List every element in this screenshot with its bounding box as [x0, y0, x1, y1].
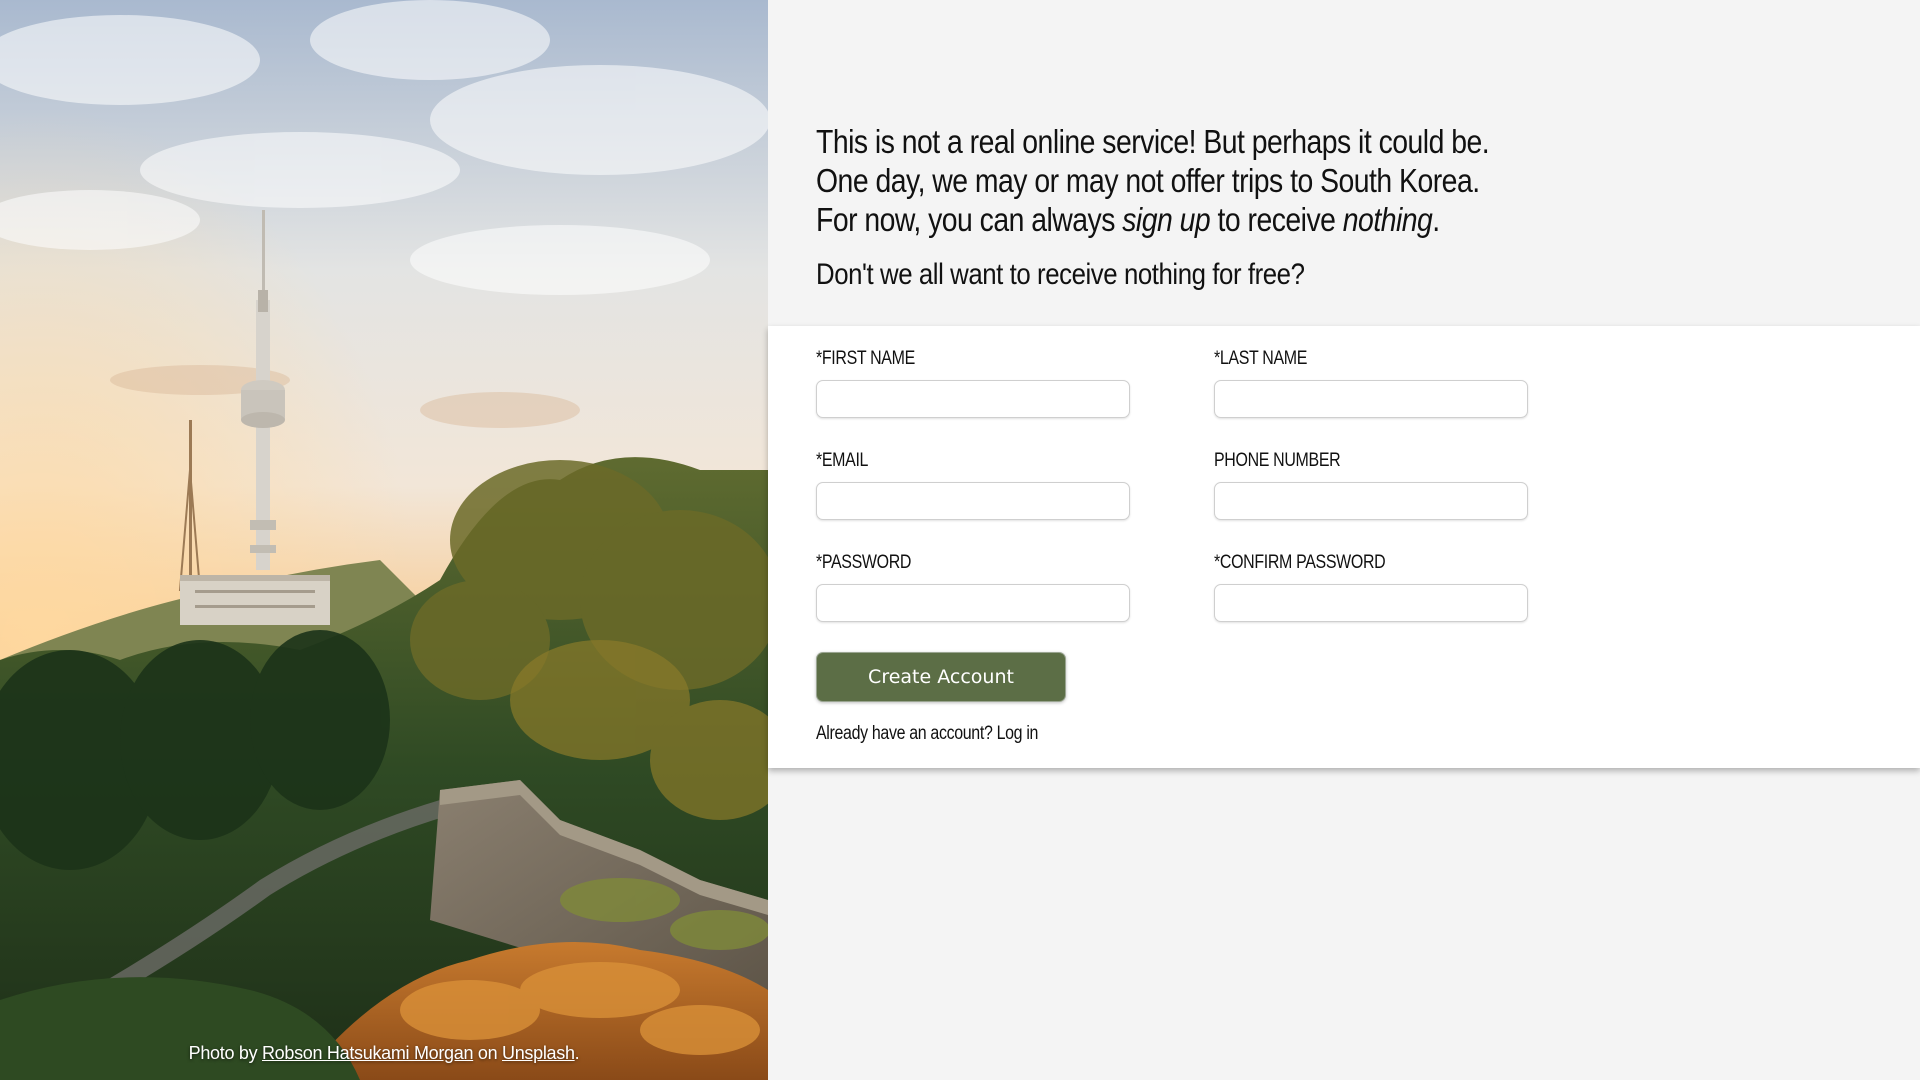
seoul-tower-photo: [0, 0, 768, 1080]
login-prompt: Already have an account? Log in: [816, 723, 1038, 745]
last-name-group: *LAST NAME: [1214, 348, 1528, 418]
create-account-button[interactable]: Create Account: [816, 652, 1066, 702]
first-name-label: *FIRST NAME: [816, 348, 915, 369]
intro-text: This is not a real online service! But p…: [816, 122, 1599, 293]
intro-line-3-b: to receive: [1210, 201, 1343, 238]
signup-form: *FIRST NAME *LAST NAME *EMAIL PHONE NUMB…: [768, 326, 1920, 768]
password-input[interactable]: [816, 584, 1130, 622]
intro-emphasis-nothing: nothing: [1342, 201, 1433, 238]
photo-credit-suffix: .: [574, 1043, 580, 1063]
photo-credit: Photo by Robson Hatsukami Morgan on Unsp…: [0, 1043, 768, 1064]
signup-page: Photo by Robson Hatsukami Morgan on Unsp…: [0, 0, 1920, 1080]
login-link[interactable]: Log in: [997, 723, 1039, 744]
photo-credit-prefix: Photo by: [188, 1043, 262, 1063]
intro-line-3: For now, you can always sign up to recei…: [816, 200, 1489, 239]
phone-group: PHONE NUMBER: [1214, 450, 1528, 520]
email-input[interactable]: [816, 482, 1130, 520]
last-name-input[interactable]: [1214, 380, 1528, 418]
intro-line-3-a: For now, you can always: [816, 201, 1123, 238]
photo-credit-middle: on: [473, 1043, 503, 1063]
confirm-password-group: *CONFIRM PASSWORD: [1214, 552, 1528, 622]
hero-photo-panel: Photo by Robson Hatsukami Morgan on Unsp…: [0, 0, 768, 1080]
intro-line-1: This is not a real online service! But p…: [816, 123, 1490, 160]
intro-question: Don't we all want to receive nothing for…: [816, 258, 1305, 291]
intro-line-3-c: .: [1432, 201, 1440, 238]
phone-label: PHONE NUMBER: [1214, 450, 1341, 471]
email-group: *EMAIL: [816, 450, 1130, 520]
photographer-link[interactable]: Robson Hatsukami Morgan: [262, 1043, 474, 1063]
confirm-password-label: *CONFIRM PASSWORD: [1214, 552, 1386, 573]
confirm-password-input[interactable]: [1214, 584, 1528, 622]
password-label: *PASSWORD: [816, 552, 912, 573]
first-name-group: *FIRST NAME: [816, 348, 1130, 418]
password-group: *PASSWORD: [816, 552, 1130, 622]
login-prompt-text: Already have an account?: [816, 723, 997, 744]
intro-emphasis-sign-up: sign up: [1122, 201, 1211, 238]
last-name-label: *LAST NAME: [1214, 348, 1308, 369]
phone-input[interactable]: [1214, 482, 1528, 520]
unsplash-link[interactable]: Unsplash: [502, 1043, 575, 1063]
email-label: *EMAIL: [816, 450, 869, 471]
first-name-input[interactable]: [816, 380, 1130, 418]
intro-line-2: One day, we may or may not offer trips t…: [816, 162, 1480, 199]
signup-content: This is not a real online service! But p…: [768, 0, 1920, 1080]
